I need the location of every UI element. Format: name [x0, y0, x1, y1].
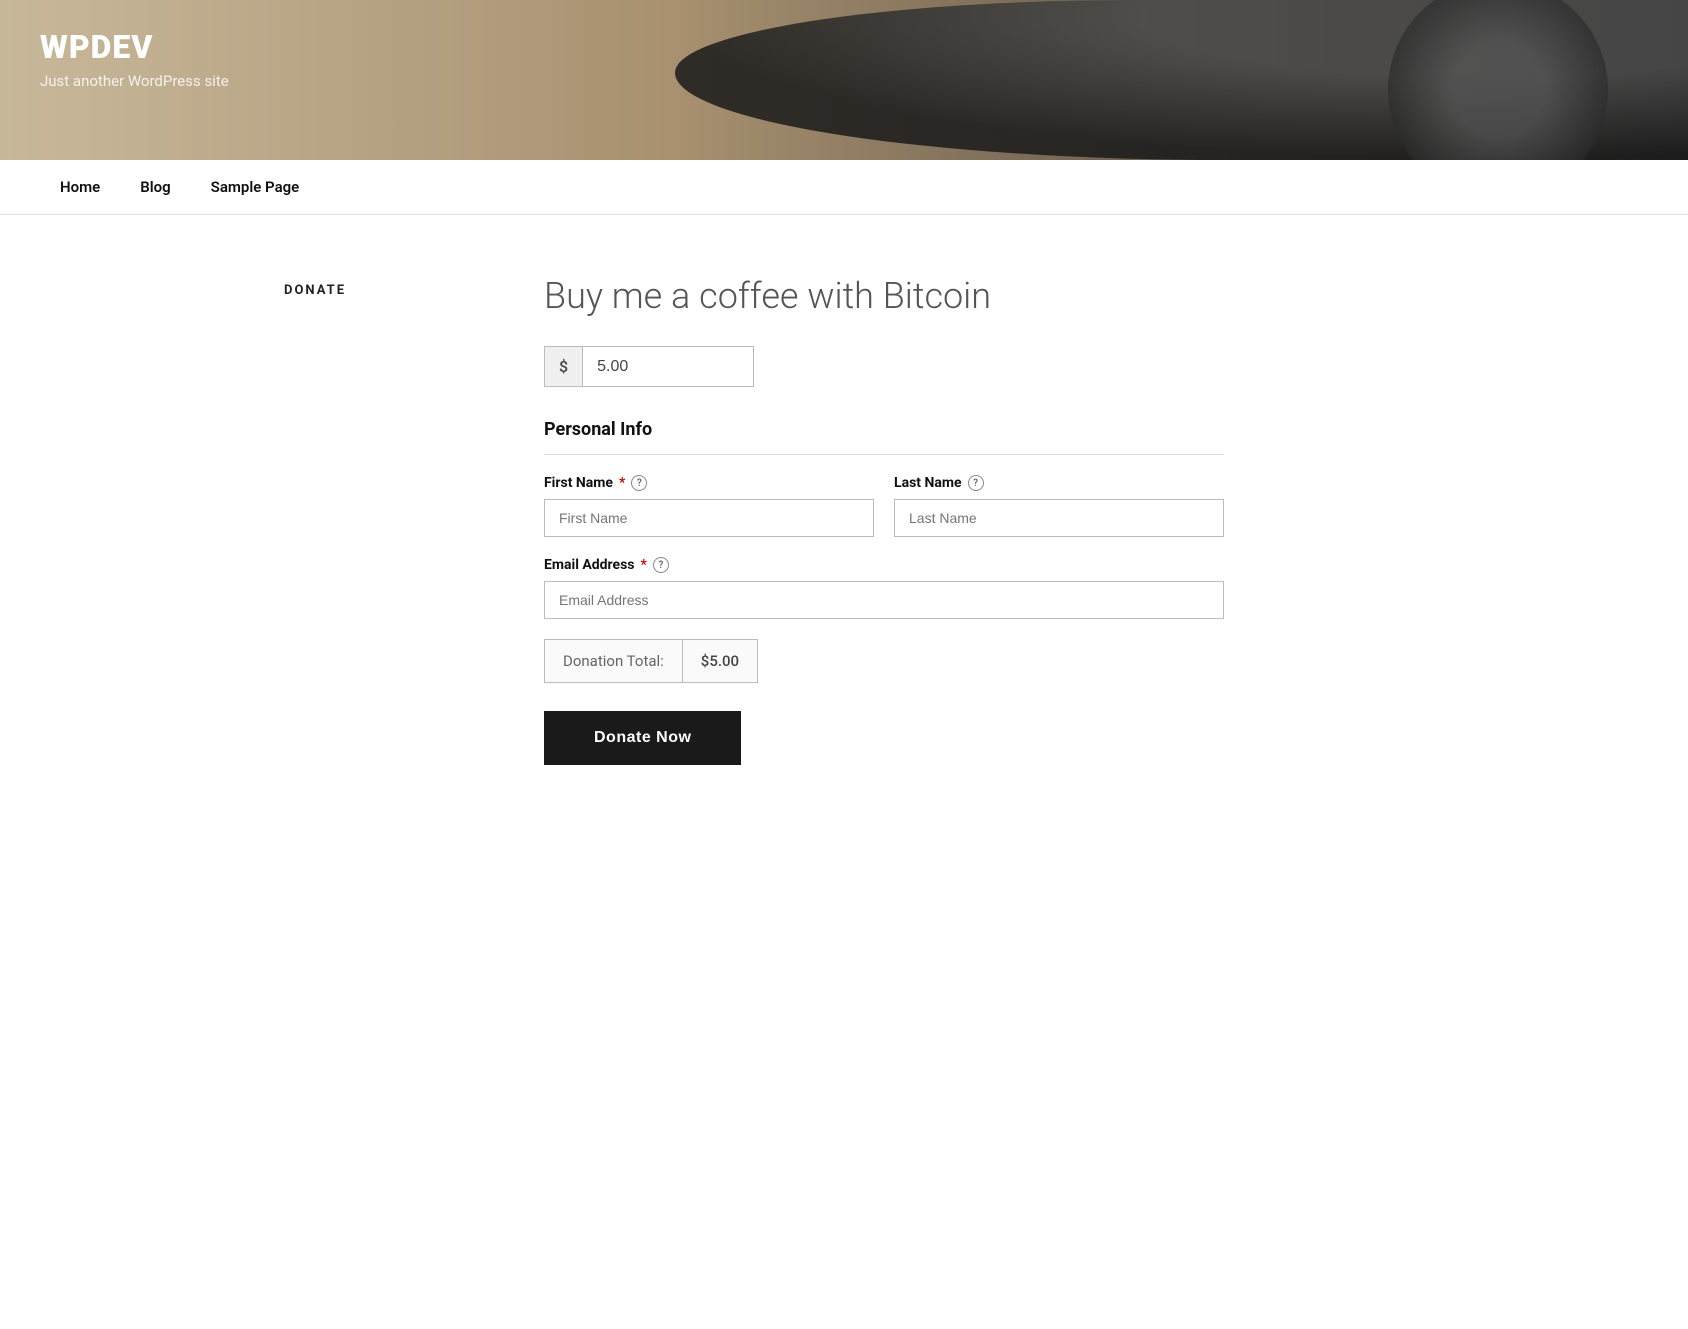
sidebar-section-title: DONATE: [284, 275, 504, 298]
amount-input[interactable]: [583, 347, 723, 386]
donation-total-value: $5.00: [682, 639, 758, 683]
fields-grid: First Name * ? Last Name ?: [544, 475, 1224, 619]
personal-info-heading: Personal Info: [544, 419, 1224, 455]
donate-heading: Buy me a coffee with Bitcoin: [544, 275, 1224, 318]
sidebar: DONATE: [284, 275, 504, 765]
email-label-text: Email Address: [544, 557, 635, 573]
nav-list: Home Blog Sample Page: [40, 160, 1648, 214]
first-name-label: First Name * ?: [544, 475, 874, 491]
email-label: Email Address * ?: [544, 557, 1224, 573]
first-name-label-text: First Name: [544, 475, 613, 491]
nav-item-sample-page[interactable]: Sample Page: [191, 160, 320, 214]
main-content: DONATE Buy me a coffee with Bitcoin $ Pe…: [244, 215, 1444, 825]
last-name-label: Last Name ?: [894, 475, 1224, 491]
donate-now-button[interactable]: Donate Now: [544, 711, 741, 765]
last-name-field-group: Last Name ?: [894, 475, 1224, 537]
email-field-group: Email Address * ?: [544, 557, 1224, 619]
donation-total-row: Donation Total: $5.00: [544, 639, 758, 683]
first-name-field-group: First Name * ?: [544, 475, 874, 537]
nav-item-blog[interactable]: Blog: [120, 160, 190, 214]
site-nav: Home Blog Sample Page: [0, 160, 1688, 215]
donation-total-label: Donation Total:: [544, 639, 682, 683]
nav-item-home[interactable]: Home: [40, 160, 120, 214]
nav-link-blog[interactable]: Blog: [120, 160, 190, 214]
last-name-input[interactable]: [894, 499, 1224, 537]
nav-link-sample-page[interactable]: Sample Page: [191, 160, 320, 214]
email-help-icon[interactable]: ?: [653, 557, 669, 573]
site-title: WPDEV: [40, 28, 229, 66]
amount-prefix: $: [545, 347, 583, 386]
first-name-help-icon[interactable]: ?: [631, 475, 647, 491]
first-name-required: *: [619, 475, 625, 491]
amount-row: $: [544, 346, 754, 387]
email-required: *: [641, 557, 647, 573]
last-name-help-icon[interactable]: ?: [968, 475, 984, 491]
first-name-input[interactable]: [544, 499, 874, 537]
last-name-label-text: Last Name: [894, 475, 962, 491]
site-tagline: Just another WordPress site: [40, 72, 229, 90]
email-input[interactable]: [544, 581, 1224, 619]
donate-form-area: Buy me a coffee with Bitcoin $ Personal …: [544, 275, 1224, 765]
personal-info-section: Personal Info First Name * ? Last Name ?: [544, 419, 1224, 765]
nav-link-home[interactable]: Home: [40, 160, 120, 214]
site-branding: WPDEV Just another WordPress site: [40, 28, 229, 90]
site-header: WPDEV Just another WordPress site: [0, 0, 1688, 160]
